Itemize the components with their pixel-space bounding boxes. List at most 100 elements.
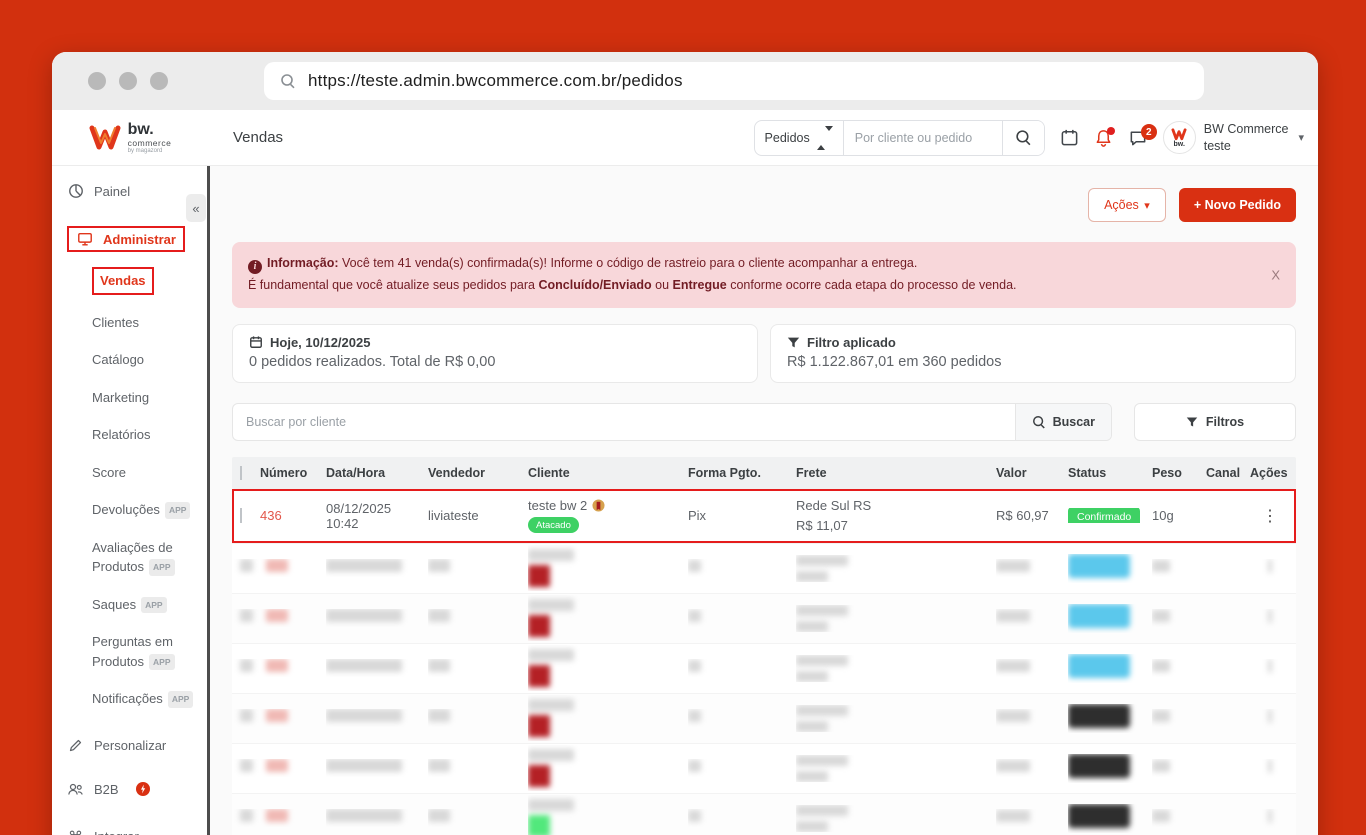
column-header-frete[interactable]: Frete bbox=[796, 466, 996, 480]
app-header: bw. commerce by magazord Vendas Pedidos bbox=[52, 110, 1318, 166]
brand-logo[interactable]: bw. commerce by magazord bbox=[52, 110, 207, 165]
redacted-order-row[interactable] bbox=[232, 792, 1296, 835]
redacted-order-row[interactable] bbox=[232, 542, 1296, 593]
annotation-box: Vendas bbox=[92, 267, 154, 295]
chevron-down-icon: ▾ bbox=[1298, 132, 1304, 144]
filter-card-title: Filtro aplicado bbox=[807, 334, 896, 350]
column-header-canal[interactable]: Canal bbox=[1206, 466, 1250, 480]
redacted-order-row[interactable] bbox=[232, 642, 1296, 693]
window-controls[interactable] bbox=[88, 72, 168, 90]
redacted-order-row[interactable] bbox=[232, 742, 1296, 793]
sidebar-item-label: Clientes bbox=[92, 314, 139, 330]
atacado-badge: Atacado bbox=[528, 517, 579, 534]
sidebar: Painel Administrar Vendas Clientes Catál… bbox=[52, 166, 207, 835]
sidebar-item-relatorios[interactable]: Relatórios bbox=[52, 416, 207, 454]
sidebar-item-label: Notificações bbox=[92, 691, 163, 706]
orders-table: Número Data/Hora Vendedor Cliente Forma … bbox=[232, 456, 1296, 835]
avatar: bw. bbox=[1162, 121, 1196, 154]
banner-bold-intro: Informação: bbox=[267, 256, 339, 270]
column-header-numero[interactable]: Número bbox=[260, 466, 326, 480]
header-search-group: Pedidos bbox=[753, 119, 1045, 156]
column-header-valor[interactable]: Valor bbox=[996, 466, 1068, 480]
column-header-data-hora[interactable]: Data/Hora bbox=[326, 466, 428, 480]
select-all-checkbox[interactable] bbox=[240, 465, 242, 480]
novo-pedido-button[interactable]: + Novo Pedido bbox=[1178, 188, 1296, 222]
notifications-button[interactable] bbox=[1094, 126, 1115, 148]
sort-arrows-icon bbox=[816, 125, 833, 150]
account-menu[interactable]: bw. BW Commerce teste ▾ bbox=[1162, 121, 1304, 155]
sidebar-item-avaliacoes[interactable]: Avaliações de Produtos APP bbox=[52, 529, 207, 586]
filtros-label: Filtros bbox=[1205, 414, 1245, 429]
pie-chart-icon bbox=[67, 183, 84, 199]
sidebar-item-b2b[interactable]: B2B bbox=[52, 764, 207, 808]
client-search-bar: Buscar bbox=[232, 402, 1112, 441]
column-header-vendedor[interactable]: Vendedor bbox=[428, 466, 528, 480]
filtros-button[interactable]: Filtros bbox=[1134, 402, 1296, 441]
banner-line2-post: conforme ocorre cada etapa do processo d… bbox=[726, 277, 1017, 292]
sidebar-item-score[interactable]: Score bbox=[52, 454, 207, 492]
redacted-order-row[interactable] bbox=[232, 692, 1296, 743]
redacted-order-rows bbox=[232, 542, 1296, 835]
row-actions-kebab[interactable]: ⋮ bbox=[1250, 506, 1296, 526]
address-bar[interactable]: https://teste.admin.bwcommerce.com.br/pe… bbox=[264, 62, 1204, 100]
sidebar-item-devolucoes[interactable]: Devoluções APP bbox=[52, 491, 207, 529]
column-header-cliente[interactable]: Cliente bbox=[528, 466, 688, 480]
filter-icon bbox=[1186, 416, 1198, 428]
sidebar-item-marketing[interactable]: Marketing bbox=[52, 379, 207, 417]
sidebar-item-saques[interactable]: Saques APP bbox=[52, 586, 207, 624]
search-icon bbox=[1032, 415, 1046, 429]
banner-close-button[interactable]: X bbox=[1271, 267, 1280, 282]
order-forma-pgto: Pix bbox=[688, 508, 707, 524]
status-badge: Confirmado bbox=[1068, 508, 1141, 524]
app-badge: APP bbox=[164, 502, 191, 519]
header-search-input[interactable] bbox=[843, 120, 1002, 155]
buscar-button[interactable]: Buscar bbox=[1014, 403, 1111, 440]
banner-line2-bold1: Concluído/Enviado bbox=[538, 277, 652, 292]
order-peso: 10g bbox=[1152, 508, 1174, 524]
column-header-acoes[interactable]: Ações bbox=[1250, 466, 1296, 480]
acoes-button[interactable]: Ações ▾ bbox=[1088, 188, 1166, 222]
sidebar-item-label: Score bbox=[92, 464, 126, 480]
filter-icon bbox=[787, 336, 800, 349]
sidebar-item-label: Painel bbox=[94, 183, 131, 199]
table-header-row: Número Data/Hora Vendedor Cliente Forma … bbox=[232, 456, 1296, 489]
sidebar-item-painel[interactable]: Painel bbox=[52, 172, 207, 210]
column-header-forma-pgto[interactable]: Forma Pgto. bbox=[688, 466, 796, 480]
sidebar-item-personalizar[interactable]: Personalizar bbox=[52, 724, 207, 764]
header-search-button[interactable] bbox=[1001, 120, 1044, 155]
sidebar-collapse-button[interactable]: « bbox=[186, 194, 206, 222]
filter-summary-card: Filtro aplicado R$ 1.122.867,01 em 360 p… bbox=[770, 323, 1296, 383]
b2b-premium-badge-icon bbox=[135, 782, 150, 796]
column-header-peso[interactable]: Peso bbox=[1152, 466, 1206, 480]
order-frete-nome: Rede Sul RS bbox=[796, 497, 872, 513]
messages-button[interactable]: 2 bbox=[1128, 124, 1157, 147]
sidebar-item-label: Personalizar bbox=[94, 737, 167, 753]
order-number-link[interactable]: 436 bbox=[260, 508, 282, 523]
order-row-436[interactable]: 436 08/12/2025 10:42 liviateste teste bw… bbox=[232, 488, 1296, 543]
sidebar-item-integrar[interactable]: ⌘ Integrar bbox=[52, 808, 207, 835]
order-cliente-cell: teste bw 2 Atacado bbox=[528, 492, 688, 539]
page-title: Vendas bbox=[233, 129, 284, 146]
sidebar-item-clientes[interactable]: Clientes bbox=[52, 304, 207, 342]
search-scope-select[interactable]: Pedidos bbox=[755, 120, 844, 155]
window-minimize-button[interactable] bbox=[119, 72, 137, 90]
sidebar-item-notificacoes[interactable]: Notificações APP bbox=[52, 680, 207, 718]
client-search-input[interactable] bbox=[233, 403, 1015, 440]
account-subtitle: teste bbox=[1203, 138, 1231, 153]
sidebar-item-vendas[interactable]: Vendas bbox=[52, 258, 207, 304]
order-frete: Rede Sul RS R$ 11,07 bbox=[796, 496, 996, 536]
sidebar-item-perguntas[interactable]: Perguntas em Produtos APP bbox=[52, 623, 207, 680]
column-header-status[interactable]: Status bbox=[1068, 466, 1152, 480]
redacted-order-row[interactable] bbox=[232, 592, 1296, 643]
window-close-button[interactable] bbox=[88, 72, 106, 90]
window-maximize-button[interactable] bbox=[150, 72, 168, 90]
search-scope-value: Pedidos bbox=[764, 130, 810, 145]
account-name: BW Commerce bbox=[1203, 121, 1289, 136]
order-datetime: 08/12/2025 10:42 bbox=[326, 500, 392, 531]
sidebar-item-catalogo[interactable]: Catálogo bbox=[52, 341, 207, 379]
sidebar-item-label: Marketing bbox=[92, 389, 150, 405]
calendar-button[interactable] bbox=[1060, 128, 1079, 147]
browser-window: https://teste.admin.bwcommerce.com.br/pe… bbox=[52, 52, 1318, 835]
sidebar-item-administrar[interactable]: Administrar bbox=[52, 210, 207, 256]
row-checkbox[interactable] bbox=[240, 508, 242, 524]
